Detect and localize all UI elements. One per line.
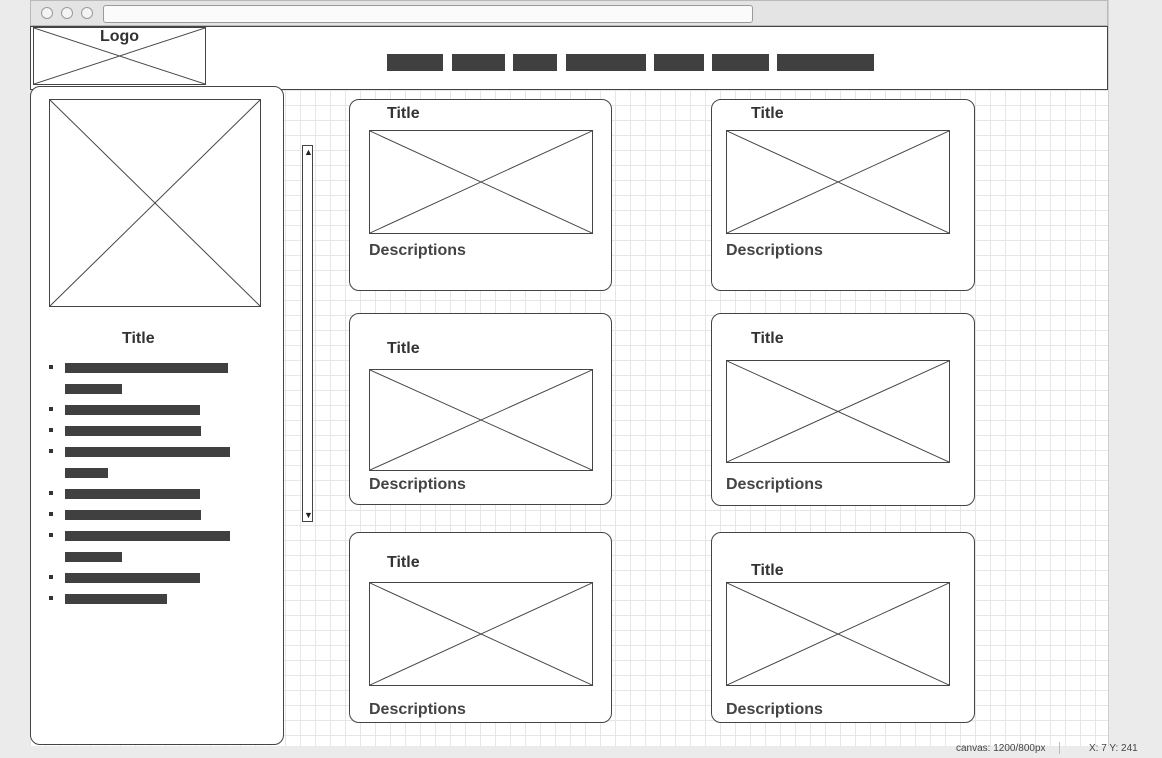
list-item-text-bar	[65, 573, 200, 583]
list-item-text-bar	[65, 510, 201, 520]
image-placeholder-icon	[370, 131, 592, 233]
sidebar-title: Title	[122, 330, 155, 347]
image-placeholder-icon	[370, 370, 592, 470]
card-description: Descriptions	[726, 242, 823, 259]
nav-item-1[interactable]	[387, 54, 443, 71]
nav-item-7[interactable]	[777, 54, 874, 71]
list-bullet	[49, 407, 53, 411]
card-title: Title	[387, 340, 420, 357]
card-image-placeholder	[726, 130, 950, 234]
window-close-icon[interactable]	[41, 7, 53, 19]
list-bullet	[49, 428, 53, 432]
image-placeholder-icon	[370, 583, 592, 685]
status-divider	[1059, 742, 1060, 754]
card-title: Title	[751, 105, 784, 122]
card-title: Title	[751, 562, 784, 579]
window-maximize-icon[interactable]	[81, 7, 93, 19]
list-item-text-bar	[65, 552, 122, 562]
list-item-text-bar	[65, 489, 200, 499]
nav-item-3[interactable]	[513, 54, 557, 71]
address-bar[interactable]	[103, 5, 753, 23]
list-bullet	[49, 575, 53, 579]
scroll-down-icon[interactable]: ▼	[304, 511, 313, 520]
image-placeholder-icon	[727, 583, 949, 685]
logo-placeholder: Logo	[33, 27, 206, 85]
list-bullet	[49, 596, 53, 600]
browser-window-titlebar	[30, 0, 1108, 26]
list-bullet	[49, 449, 53, 453]
list-bullet	[49, 533, 53, 537]
list-item-text-bar	[65, 405, 200, 415]
list-item-text-bar	[65, 594, 167, 604]
card-image-placeholder	[369, 582, 593, 686]
list-bullet	[49, 491, 53, 495]
list-bullet	[49, 365, 53, 369]
nav-item-2[interactable]	[452, 54, 505, 71]
vertical-scrollbar[interactable]: ▲ ▼	[302, 145, 313, 522]
card-image-placeholder	[369, 369, 593, 471]
nav-item-5[interactable]	[654, 54, 704, 71]
window-minimize-icon[interactable]	[61, 7, 73, 19]
card-description: Descriptions	[369, 701, 466, 718]
card-description: Descriptions	[369, 476, 466, 493]
image-placeholder-icon	[727, 361, 949, 462]
list-bullet	[49, 512, 53, 516]
nav-item-6[interactable]	[712, 54, 769, 71]
sidebar-image-placeholder	[49, 99, 261, 307]
card-description: Descriptions	[726, 476, 823, 493]
list-item-text-bar	[65, 468, 108, 478]
card-image-placeholder	[726, 582, 950, 686]
cursor-coordinates: X: 7 Y: 241	[1089, 743, 1138, 754]
canvas-size-readout: canvas: 1200/800px	[956, 743, 1046, 754]
nav-item-4[interactable]	[566, 54, 646, 71]
card-title: Title	[387, 554, 420, 571]
card-title: Title	[387, 105, 420, 122]
image-placeholder-icon	[727, 131, 949, 233]
list-item-text-bar	[65, 426, 201, 436]
list-item-text-bar	[65, 531, 230, 541]
list-item-text-bar	[65, 447, 230, 457]
card-image-placeholder	[726, 360, 950, 463]
list-item-text-bar	[65, 363, 228, 373]
list-item-text-bar	[65, 384, 122, 394]
scroll-up-icon[interactable]: ▲	[304, 148, 313, 157]
logo-label: Logo	[99, 28, 140, 45]
card-image-placeholder	[369, 130, 593, 234]
card-title: Title	[751, 330, 784, 347]
card-description: Descriptions	[369, 242, 466, 259]
image-placeholder-icon	[50, 100, 260, 306]
status-bar: canvas: 1200/800px X: 7 Y: 241	[0, 741, 1162, 758]
card-description: Descriptions	[726, 701, 823, 718]
